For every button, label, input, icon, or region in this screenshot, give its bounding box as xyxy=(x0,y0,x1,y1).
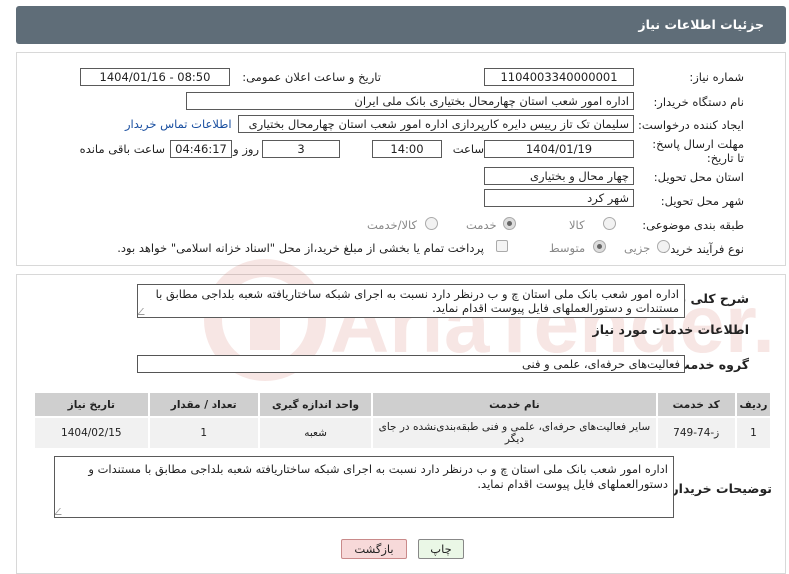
treasury-payment-note: پرداخت تمام یا بخشی از مبلغ خرید،از محل … xyxy=(117,241,484,255)
category-label: طبقه بندی موضوعی: xyxy=(642,218,744,232)
category-radio-goods[interactable] xyxy=(603,217,616,230)
days-remaining-field: 3 xyxy=(262,140,340,158)
category-option-goods-service: کالا/خدمت xyxy=(367,218,418,232)
process-radio-minor[interactable] xyxy=(657,240,670,253)
summary-text: اداره امور شعب بانک ملی استان چ و ب درنظ… xyxy=(155,287,679,315)
print-button[interactable]: چاپ xyxy=(418,539,464,559)
process-type-label: نوع فرآیند خرید : xyxy=(662,242,744,256)
buyer-notes-text: اداره امور شعب بانک ملی استان چ و ب درنظ… xyxy=(88,462,668,491)
treasury-payment-checkbox[interactable] xyxy=(496,240,508,252)
remaining-time-label: ساعت باقی مانده xyxy=(79,142,165,156)
services-section-title: اطلاعات خدمات مورد نیاز xyxy=(592,322,750,337)
deadline-date-field: 1404/01/19 xyxy=(484,140,634,158)
panel-header: جزئیات اطلاعات نیاز xyxy=(16,6,786,44)
process-radio-medium[interactable] xyxy=(593,240,606,253)
summary-textarea[interactable]: اداره امور شعب بانک ملی استان چ و ب درنظ… xyxy=(137,284,685,318)
cell-unit: شعبه xyxy=(257,416,374,450)
process-option-medium: متوسط xyxy=(549,241,586,255)
back-button[interactable]: بازگشت xyxy=(341,539,407,559)
col-header-index: ردیف xyxy=(734,391,773,418)
cell-name: سایر فعالیت‌های حرفه‌ای، علمی و فنی طبقه… xyxy=(371,416,658,450)
city-field: شهر کرد xyxy=(484,189,634,207)
category-option-service: خدمت xyxy=(466,218,497,232)
announce-datetime-field: 1404/01/16 - 08:50 xyxy=(80,68,230,86)
buyer-notes-label: توضیحات خریدار: xyxy=(666,481,772,496)
buyer-contact-link[interactable]: اطلاعات تماس خریدار xyxy=(125,117,232,131)
remaining-time-field: 04:46:17 xyxy=(170,140,232,158)
cell-index: 1 xyxy=(734,416,773,450)
table-row: 1 ز-74-749 سایر فعالیت‌های حرفه‌ای، علمی… xyxy=(33,416,773,450)
deadline-time-label: ساعت xyxy=(452,142,484,156)
category-option-goods: کالا xyxy=(569,218,585,232)
category-radio-goods-service[interactable] xyxy=(425,217,438,230)
col-header-code: کد خدمت xyxy=(655,391,737,418)
resize-handle-icon[interactable] xyxy=(138,308,150,315)
requester-label: ایجاد کننده درخواست: xyxy=(638,118,744,132)
province-label: استان محل تحویل: xyxy=(653,170,744,184)
buyer-org-field: اداره امور شعب استان چهارمحال بختیاری با… xyxy=(186,92,634,110)
col-header-unit: واحد اندازه گیری xyxy=(257,391,374,418)
page-title: جزئیات اطلاعات نیاز xyxy=(638,17,764,32)
service-group-field: فعالیت‌های حرفه‌ای، علمی و فنی xyxy=(137,355,685,373)
province-field: چهار محال و بختیاری xyxy=(484,167,634,185)
category-radio-service[interactable] xyxy=(503,217,516,230)
city-label: شهر محل تحویل: xyxy=(660,194,744,208)
cell-qty: 1 xyxy=(147,416,260,450)
col-header-qty: تعداد / مقدار xyxy=(147,391,260,418)
cell-code: ز-74-749 xyxy=(655,416,737,450)
need-number-label: شماره نیاز: xyxy=(689,70,744,84)
buyer-org-label: نام دستگاه خریدار: xyxy=(653,95,744,109)
col-header-name: نام خدمت xyxy=(371,391,658,418)
requester-field: سلیمان تک تاز رییس دایره کارپردازی اداره… xyxy=(238,115,634,133)
deadline-label: مهلت ارسال پاسخ: تا تاریخ: xyxy=(652,137,744,165)
cell-date: 1404/02/15 xyxy=(33,416,150,450)
services-table: ردیف کد خدمت نام خدمت واحد اندازه گیری ت… xyxy=(33,391,773,450)
table-header-row: ردیف کد خدمت نام خدمت واحد اندازه گیری ت… xyxy=(33,391,773,418)
resize-handle-icon[interactable] xyxy=(55,508,67,515)
need-number-field: 1104003340000001 xyxy=(484,68,634,86)
col-header-date: تاریخ نیاز xyxy=(33,391,150,418)
deadline-time-field: 14:00 xyxy=(372,140,442,158)
buyer-notes-textarea[interactable]: اداره امور شعب بانک ملی استان چ و ب درنظ… xyxy=(54,456,674,518)
days-label: روز و xyxy=(233,142,259,156)
announce-datetime-label: تاریخ و ساعت اعلان عمومی: xyxy=(242,70,381,84)
process-option-minor: جزیی xyxy=(624,241,651,255)
